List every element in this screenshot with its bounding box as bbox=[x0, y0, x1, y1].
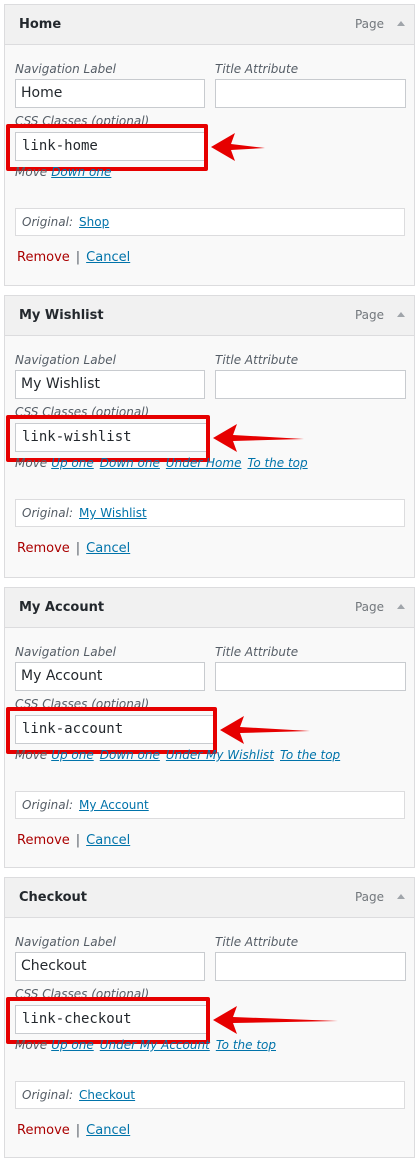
title-attribute-input[interactable] bbox=[215, 662, 406, 691]
original-box: Original: Checkout bbox=[15, 1081, 405, 1109]
move-link[interactable]: Up one bbox=[51, 456, 94, 470]
move-links: Move Up one Down one Under My Wishlist To th… bbox=[15, 748, 346, 762]
toggle-arrow-icon[interactable] bbox=[397, 21, 405, 26]
cancel-link[interactable]: Cancel bbox=[86, 541, 130, 556]
actions-separator: | bbox=[75, 541, 81, 556]
original-label: Original: bbox=[22, 215, 73, 229]
title-attribute-label: Title Attribute bbox=[215, 62, 299, 76]
original-label: Original: bbox=[22, 1088, 73, 1102]
cancel-link[interactable]: Cancel bbox=[86, 250, 130, 265]
original-link[interactable]: My Wishlist bbox=[79, 506, 147, 520]
original-link[interactable]: Shop bbox=[79, 215, 109, 229]
item-actions: Remove | Cancel bbox=[17, 541, 130, 556]
navigation-label-label: Navigation Label bbox=[15, 353, 116, 367]
red-arrow-icon bbox=[213, 1006, 338, 1034]
title-attribute-label: Title Attribute bbox=[215, 935, 299, 949]
menu-item-title: Checkout bbox=[19, 890, 88, 905]
menu-item-panel: My Wishlist Page Navigation Label Title Att… bbox=[4, 295, 415, 578]
item-actions: Remove | Cancel bbox=[17, 1123, 130, 1138]
menu-item-panel: Home Page Navigation Label Title Attribute H… bbox=[4, 4, 415, 286]
remove-link[interactable]: Remove bbox=[17, 250, 70, 265]
menu-item-header[interactable]: Checkout Page bbox=[5, 878, 414, 918]
move-link[interactable]: Down one bbox=[100, 456, 160, 470]
move-link[interactable]: Down one bbox=[51, 165, 111, 179]
navigation-label-input[interactable]: Home bbox=[15, 79, 205, 108]
original-label: Original: bbox=[22, 798, 73, 812]
toggle-arrow-icon[interactable] bbox=[397, 894, 405, 899]
highlight-box bbox=[6, 997, 210, 1044]
toggle-arrow-icon[interactable] bbox=[397, 312, 405, 317]
menu-item-title: My Account bbox=[19, 600, 105, 615]
move-link[interactable]: Up one bbox=[51, 1038, 94, 1052]
move-label: Move bbox=[15, 748, 48, 762]
actions-separator: | bbox=[75, 833, 81, 848]
move-label: Move bbox=[15, 1038, 48, 1052]
menu-item-type: Page bbox=[354, 600, 384, 614]
highlight-box bbox=[6, 707, 217, 754]
menu-item-panel: Checkout Page Navigation Label Title Attrib… bbox=[4, 877, 415, 1158]
red-arrow-icon bbox=[211, 133, 265, 161]
menu-item-header[interactable]: My Account Page bbox=[5, 588, 414, 628]
menu-item-type: Page bbox=[354, 308, 384, 322]
highlight-box bbox=[6, 124, 208, 171]
title-attribute-label: Title Attribute bbox=[215, 645, 299, 659]
move-link[interactable]: To the top bbox=[216, 1038, 276, 1052]
menu-item-panel: My Account Page Navigation Label Title Attr… bbox=[4, 587, 415, 868]
actions-separator: | bbox=[75, 250, 81, 265]
item-actions: Remove | Cancel bbox=[17, 833, 130, 848]
actions-separator: | bbox=[75, 1123, 81, 1138]
menu-item-header[interactable]: Home Page bbox=[5, 5, 414, 45]
move-link[interactable]: Under My Account bbox=[100, 1038, 210, 1052]
navigation-label-input[interactable]: My Account bbox=[15, 662, 205, 691]
remove-link[interactable]: Remove bbox=[17, 1123, 70, 1138]
move-link[interactable]: Under Home bbox=[166, 456, 242, 470]
original-link[interactable]: Checkout bbox=[79, 1088, 135, 1102]
navigation-label-input[interactable]: Checkout bbox=[15, 952, 205, 981]
original-box: Original: My Account bbox=[15, 791, 405, 819]
remove-link[interactable]: Remove bbox=[17, 541, 70, 556]
toggle-arrow-icon[interactable] bbox=[397, 604, 405, 609]
menu-item-title: Home bbox=[19, 17, 62, 32]
cancel-link[interactable]: Cancel bbox=[86, 1123, 130, 1138]
navigation-label-label: Navigation Label bbox=[15, 62, 116, 76]
original-link[interactable]: My Account bbox=[79, 798, 149, 812]
cancel-link[interactable]: Cancel bbox=[86, 833, 130, 848]
move-link[interactable]: Up one bbox=[51, 748, 94, 762]
title-attribute-input[interactable] bbox=[215, 952, 406, 981]
move-link[interactable]: To the top bbox=[247, 456, 307, 470]
move-link[interactable]: To the top bbox=[280, 748, 340, 762]
menu-item-type: Page bbox=[354, 17, 384, 31]
item-actions: Remove | Cancel bbox=[17, 250, 130, 265]
red-arrow-icon bbox=[220, 716, 310, 744]
highlight-box bbox=[6, 415, 210, 462]
remove-link[interactable]: Remove bbox=[17, 833, 70, 848]
navigation-label-label: Navigation Label bbox=[15, 935, 116, 949]
menu-item-type: Page bbox=[354, 890, 384, 904]
title-attribute-input[interactable] bbox=[215, 79, 406, 108]
move-label: Move bbox=[15, 165, 48, 179]
move-label: Move bbox=[15, 456, 48, 470]
move-links: Move Up one Under My Account To the top bbox=[15, 1038, 282, 1052]
navigation-label-label: Navigation Label bbox=[15, 645, 116, 659]
move-links: Move Down one bbox=[15, 165, 117, 179]
original-label: Original: bbox=[22, 506, 73, 520]
move-link[interactable]: Under My Wishlist bbox=[166, 748, 274, 762]
title-attribute-input[interactable] bbox=[215, 370, 406, 399]
menu-item-title: My Wishlist bbox=[19, 308, 104, 323]
navigation-label-input[interactable]: My Wishlist bbox=[15, 370, 205, 399]
move-links: Move Up one Down one Under Home To the top bbox=[15, 456, 314, 470]
title-attribute-label: Title Attribute bbox=[215, 353, 299, 367]
move-link[interactable]: Down one bbox=[100, 748, 160, 762]
menu-item-header[interactable]: My Wishlist Page bbox=[5, 296, 414, 336]
original-box: Original: Shop bbox=[15, 208, 405, 236]
red-arrow-icon bbox=[213, 424, 304, 452]
original-box: Original: My Wishlist bbox=[15, 499, 405, 527]
